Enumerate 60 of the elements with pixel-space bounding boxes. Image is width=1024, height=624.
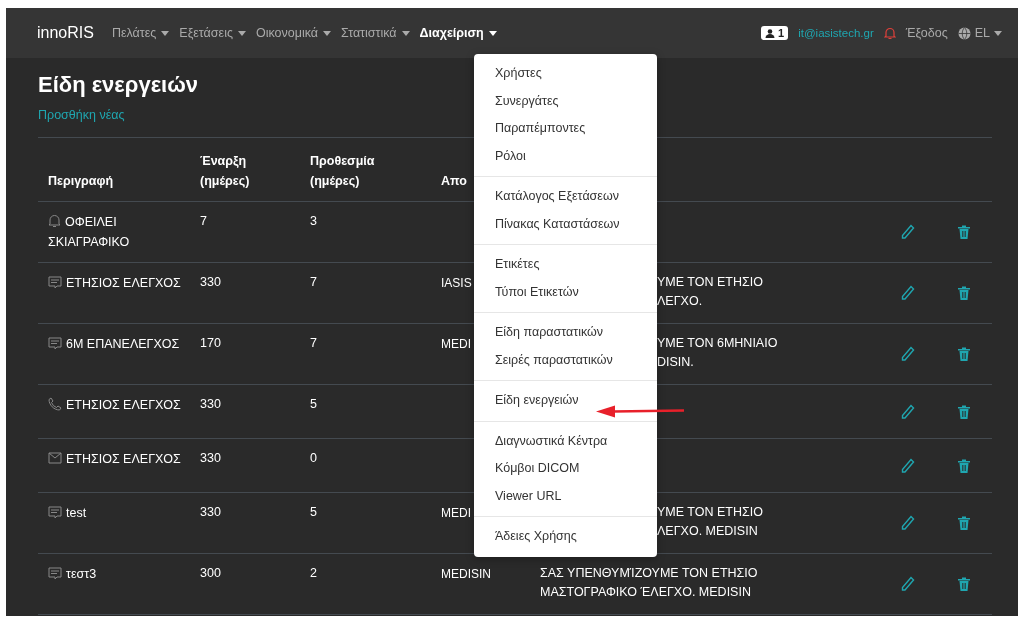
start-days-cell-text: 170	[199, 335, 222, 352]
column-header: Απο	[441, 173, 467, 190]
dropdown-menu-item[interactable]: Είδη παραστατικών	[474, 319, 657, 347]
nav-menu-item[interactable]: Πελάτες	[111, 26, 170, 40]
message-cell-text: ΥΜΕ ΤΟΝ ΕΤΗΣΙΟ ΛΕΓΧΟ. MEDISIN	[657, 504, 763, 541]
column-header: Προθεσμία (ημέρες)	[309, 153, 376, 190]
deadline-days-cell-text: 7	[309, 335, 318, 352]
add-new-link[interactable]: Προσθήκη νέας	[38, 108, 125, 122]
table-cell-text: MEDISIN	[441, 566, 491, 583]
start-days-cell-text: 330	[199, 504, 222, 521]
dropdown-menu-item[interactable]: Είδη ενεργειών	[474, 387, 657, 415]
message-cell-text: ΣΑΣ ΥΠΕΝΘΥΜΊΖΟΥΜΕ ΤΟΝ ΕΤΗΣΙΟ ΜΑΣΤΟΓΡΑΦΙΚΟ ΈΛΕΓΧΟ. MEDISIN	[540, 565, 759, 602]
start-days-cell-text: 330	[199, 274, 222, 291]
deadline-days-cell-text: 5	[309, 396, 318, 413]
dropdown-menu-item[interactable]: Πίνακας Καταστάσεων	[474, 210, 657, 238]
message-cell-text: ΥΜΕ ΤΟΝ 6ΜΗΝΙΑΙΟ DISIN.	[657, 335, 778, 372]
description-cell: ΕΤΗΣΙΟΣ ΕΛΕΓΧΟΣ	[48, 398, 181, 412]
description-cell: ΕΤΗΣΙΟΣ ΕΛΕΓΧΟΣ	[48, 452, 181, 466]
table-cell-text: IASIS	[441, 275, 472, 292]
message-cell-text: ΥΜΕ ΤΟΝ ΕΤΗΣΙΟ ΛΕΓΧΟ.	[657, 274, 763, 311]
description-cell: test	[48, 506, 87, 520]
dropdown-menu-item[interactable]: Διαγνωστικά Κέντρα	[474, 427, 657, 455]
dropdown-menu-item[interactable]: Χρήστες	[474, 60, 657, 88]
start-days-cell-text: 300	[199, 565, 222, 582]
start-days-cell-text: 330	[199, 450, 222, 467]
dropdown-menu-item[interactable]: Τύποι Ετικετών	[474, 278, 657, 306]
nav-menu-item[interactable]: Οικονομικά	[255, 26, 331, 40]
description-cell: ΟΦΕΙΛΕΙ ΣΚΙΑΓΡΑΦΙΚΟ	[48, 215, 130, 250]
dropdown-menu-item[interactable]: Σειρές παραστατικών	[474, 346, 657, 374]
page-title: Είδη ενεργειών	[38, 72, 198, 98]
dropdown-menu-item[interactable]: Κατάλογος Εξετάσεων	[474, 183, 657, 211]
deadline-days-cell-text: 0	[309, 450, 318, 467]
start-days-cell-text: 330	[199, 396, 222, 413]
deadline-days-cell-text: 3	[309, 213, 318, 230]
column-header: Έναρξη (ημέρες)	[199, 153, 251, 190]
dropdown-menu-item[interactable]: Συνεργάτες	[474, 87, 657, 115]
user-email-link[interactable]: it@iasistech.gr	[798, 27, 874, 39]
dropdown-menu-item[interactable]: Κόμβοι DICOM	[474, 455, 657, 483]
description-cell: τεστ3	[48, 567, 97, 581]
deadline-days-cell-text: 2	[309, 565, 318, 582]
table-cell-text: MEDI	[441, 336, 471, 353]
dropdown-menu-item[interactable]: Παραπέμποντες	[474, 115, 657, 143]
deadline-days-cell-text: 5	[309, 504, 318, 521]
description-cell: ΕΤΗΣΙΟΣ ΕΛΕΓΧΟΣ	[48, 276, 181, 290]
language-menu[interactable]: EL	[957, 26, 1002, 40]
user-count-badge[interactable]: 1	[761, 26, 789, 40]
column-header: Περιγραφή	[47, 173, 115, 190]
description-cell: 6Μ ΕΠΑΝΕΛΕΓΧΟΣ	[48, 337, 180, 351]
nav-menu-item[interactable]: Στατιστικά	[341, 26, 410, 40]
nav-menu-item[interactable]: Εξετάσεις	[179, 26, 246, 40]
brand-logo[interactable]: innoRIS	[37, 24, 94, 42]
dropdown-menu-item[interactable]: Viewer URL	[474, 482, 657, 510]
start-days-cell-text: 7	[199, 213, 208, 230]
nav-menu-item[interactable]: Διαχείριση	[419, 26, 497, 40]
table-cell-text: MEDI	[441, 505, 471, 522]
logout-link[interactable]: Έξοδος	[905, 26, 948, 40]
dropdown-menu-item[interactable]: Ετικέτες	[474, 251, 657, 279]
dropdown-menu-item[interactable]: Άδειες Χρήσης	[474, 523, 657, 551]
dropdown-menu-item[interactable]: Ρόλοι	[474, 142, 657, 170]
deadline-days-cell-text: 7	[309, 274, 318, 291]
